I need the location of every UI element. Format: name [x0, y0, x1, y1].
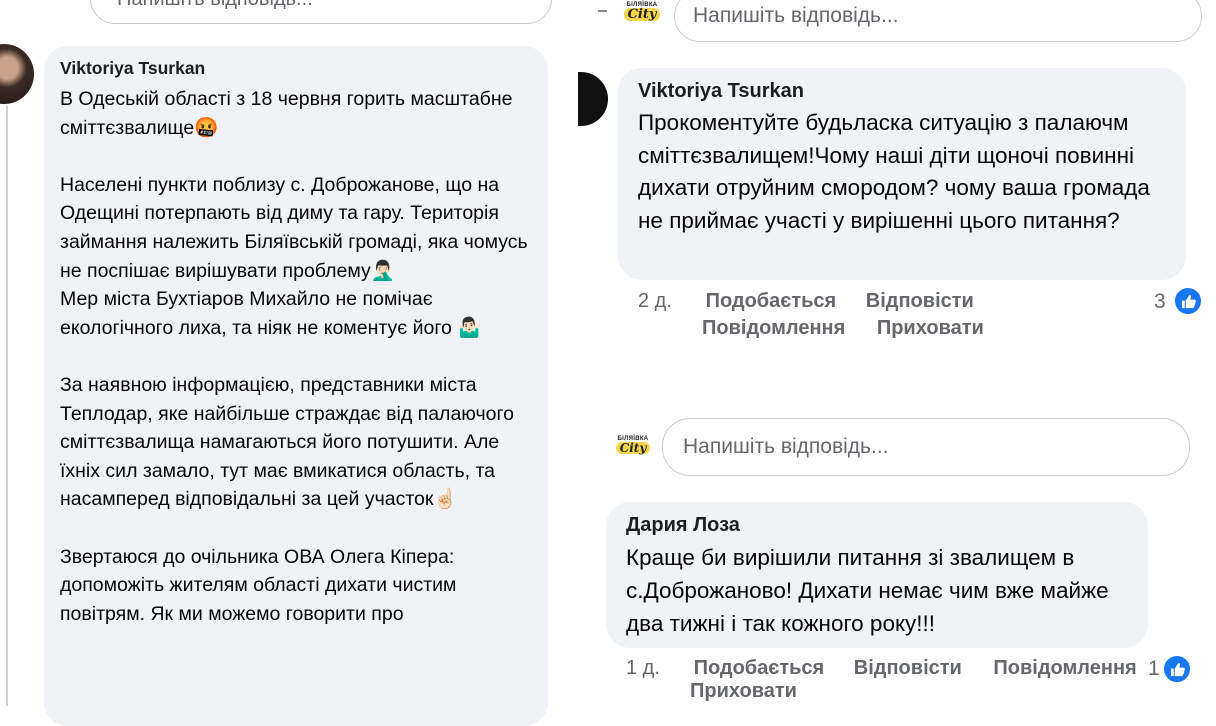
hide-link[interactable]: Приховати — [690, 680, 797, 703]
reaction-count-1[interactable]: 3 — [1154, 290, 1166, 314]
comment-text: Прокоментуйте будьласка ситуацію з палаю… — [638, 110, 1150, 233]
hide-link[interactable]: Приховати — [877, 317, 984, 340]
reply-input-placeholder: Напишіть відповідь... — [693, 4, 899, 27]
thread-line — [6, 106, 8, 706]
report-link[interactable]: Повідомлення — [993, 657, 1136, 680]
comment-time[interactable]: 1 д. — [626, 657, 688, 680]
avatar[interactable] — [0, 44, 34, 104]
reply-input-right-middle[interactable]: Напишіть відповідь... — [662, 418, 1190, 476]
reply-input-placeholder: Напишіть відповідь... — [683, 435, 889, 458]
comment-author[interactable]: Viktoriya Tsurkan — [60, 58, 532, 79]
reply-link[interactable]: Відповісти — [854, 657, 962, 680]
biliaivka-city-logo: БІЛЯЇВКА City — [616, 436, 650, 455]
comment-author[interactable]: Viktoriya Tsurkan — [638, 80, 1166, 103]
like-thumb-icon — [1173, 286, 1203, 316]
comment-author[interactable]: Дария Лоза — [626, 514, 1128, 537]
biliaivka-city-logo: БІЛЯЇВКА City — [624, 2, 660, 21]
reply-link[interactable]: Відповісти — [866, 290, 974, 313]
reply-input-placeholder: Напишіть відповідь... — [117, 0, 313, 11]
reaction-count-2[interactable]: 1 — [1148, 657, 1160, 681]
comment-time[interactable]: 2 д. — [638, 290, 700, 313]
comment-actions-1: 2 д. Подобається Відповісти Повідомлення… — [638, 290, 1178, 340]
like-link[interactable]: Подобається — [694, 657, 825, 680]
collapse-dash — [598, 10, 607, 12]
like-link[interactable]: Подобається — [706, 290, 837, 313]
report-link[interactable]: Повідомлення — [702, 317, 845, 340]
comment-text: Краще би вирішили питання зі звалищем в … — [626, 545, 1109, 636]
avatar[interactable] — [578, 72, 608, 126]
comment-bubble-2: Дария Лоза Краще би вирішили питання зі … — [606, 502, 1148, 648]
reply-input-left-top[interactable]: Напишіть відповідь... — [90, 0, 552, 24]
reply-input-right-top[interactable]: Напишіть відповідь... — [674, 0, 1202, 42]
comment-text: В Одеській області з 18 червня горить ма… — [60, 88, 528, 625]
like-thumb-icon — [1162, 654, 1192, 684]
comment-bubble-1: Viktoriya Tsurkan Прокоментуйте будьласк… — [618, 68, 1186, 280]
comment-actions-2: 1 д. Подобається Відповісти Повідомлення… — [626, 657, 1186, 703]
comment-bubble-left: Viktoriya Tsurkan В Одеській області з 1… — [44, 46, 548, 726]
